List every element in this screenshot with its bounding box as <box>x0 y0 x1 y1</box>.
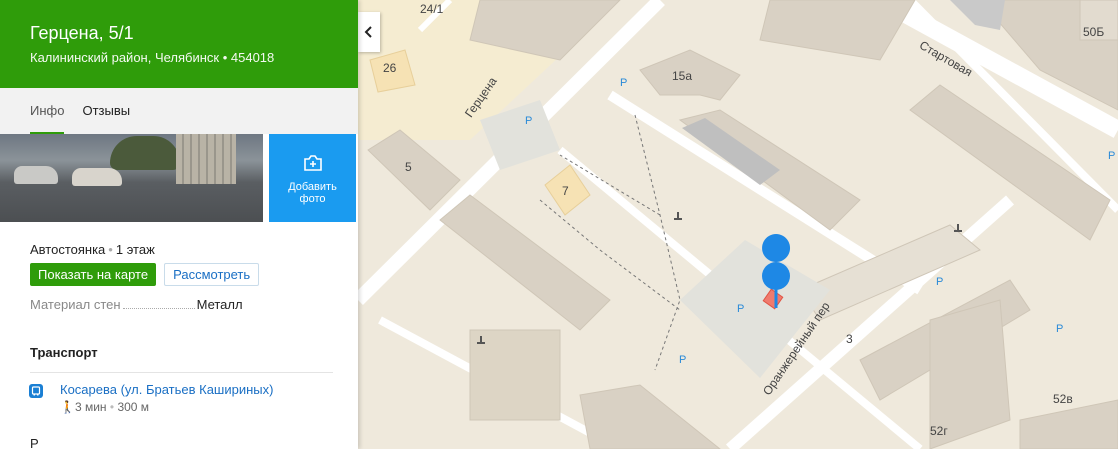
view-button[interactable]: Рассмотреть <box>164 263 260 286</box>
next-section-heading: Р <box>30 436 39 449</box>
add-photo-label-line1: Добавить <box>288 181 337 193</box>
place-photo[interactable] <box>0 134 263 222</box>
parking-label: P <box>525 115 533 127</box>
tab-reviews[interactable]: Отзывы <box>82 88 130 134</box>
walking-icon: 🚶 <box>60 400 75 414</box>
parking-label: P <box>1056 323 1064 335</box>
house-number-52g: 52г <box>930 424 948 438</box>
transport-heading: Транспорт <box>30 345 98 360</box>
house-number-15a: 15а <box>672 69 693 83</box>
place-category-row: Автостоянка • 1 этаж <box>30 242 155 257</box>
wall-material-label: Материал стен <box>30 297 121 312</box>
wall-material-value: Металл <box>196 297 243 312</box>
collapse-panel-button[interactable] <box>358 12 380 52</box>
house-number-52v: 52в <box>1053 392 1073 406</box>
photo-strip: Добавить фото <box>0 134 358 222</box>
parking-label: P <box>936 276 944 288</box>
add-photo-button[interactable]: Добавить фото <box>269 134 356 222</box>
tab-bar: Инфо Отзывы <box>0 88 358 134</box>
house-number-7: 7 <box>562 184 569 198</box>
house-number-5: 5 <box>405 160 412 174</box>
parking-label: P <box>737 303 745 315</box>
place-header: Герцена, 5/1 Калининский район, Челябинс… <box>0 0 358 88</box>
show-on-map-button[interactable]: Показать на карте <box>30 263 157 286</box>
walk-time: 3 мин <box>74 400 107 414</box>
divider <box>30 372 333 373</box>
place-address: Калининский район, Челябинск • 454018 <box>30 50 275 65</box>
transit-stop-item[interactable]: Косарева (ул. Братьев Кашириных) 🚶3 мин … <box>29 382 328 414</box>
place-category: Автостоянка <box>30 242 106 257</box>
chevron-left-icon <box>364 26 372 38</box>
place-title: Герцена, 5/1 <box>30 23 134 43</box>
place-card-panel: Герцена, 5/1 Калининский район, Челябинс… <box>0 0 358 449</box>
house-number-26: 26 <box>383 61 397 75</box>
transit-stop-distance: 🚶3 мин • 300 м <box>60 400 150 414</box>
bus-icon <box>29 384 43 398</box>
transit-stop-name[interactable]: Косарева (ул. Братьев Кашириных) <box>60 382 273 397</box>
walk-distance: 300 м <box>117 400 150 414</box>
wall-material-row: Материал стен Металл <box>30 297 328 312</box>
house-number-3: 3 <box>846 332 853 346</box>
add-photo-label-line2: фото <box>299 193 326 205</box>
parking-label: P <box>1108 150 1116 162</box>
camera-plus-icon <box>303 155 322 171</box>
house-number-50b: 50Б <box>1083 25 1105 39</box>
tab-info[interactable]: Инфо <box>30 88 65 134</box>
floors-count: 1 этаж <box>115 242 155 257</box>
house-number-24-1: 24/1 <box>420 2 444 16</box>
parking-label: P <box>620 77 628 89</box>
parking-label: P <box>679 354 687 366</box>
